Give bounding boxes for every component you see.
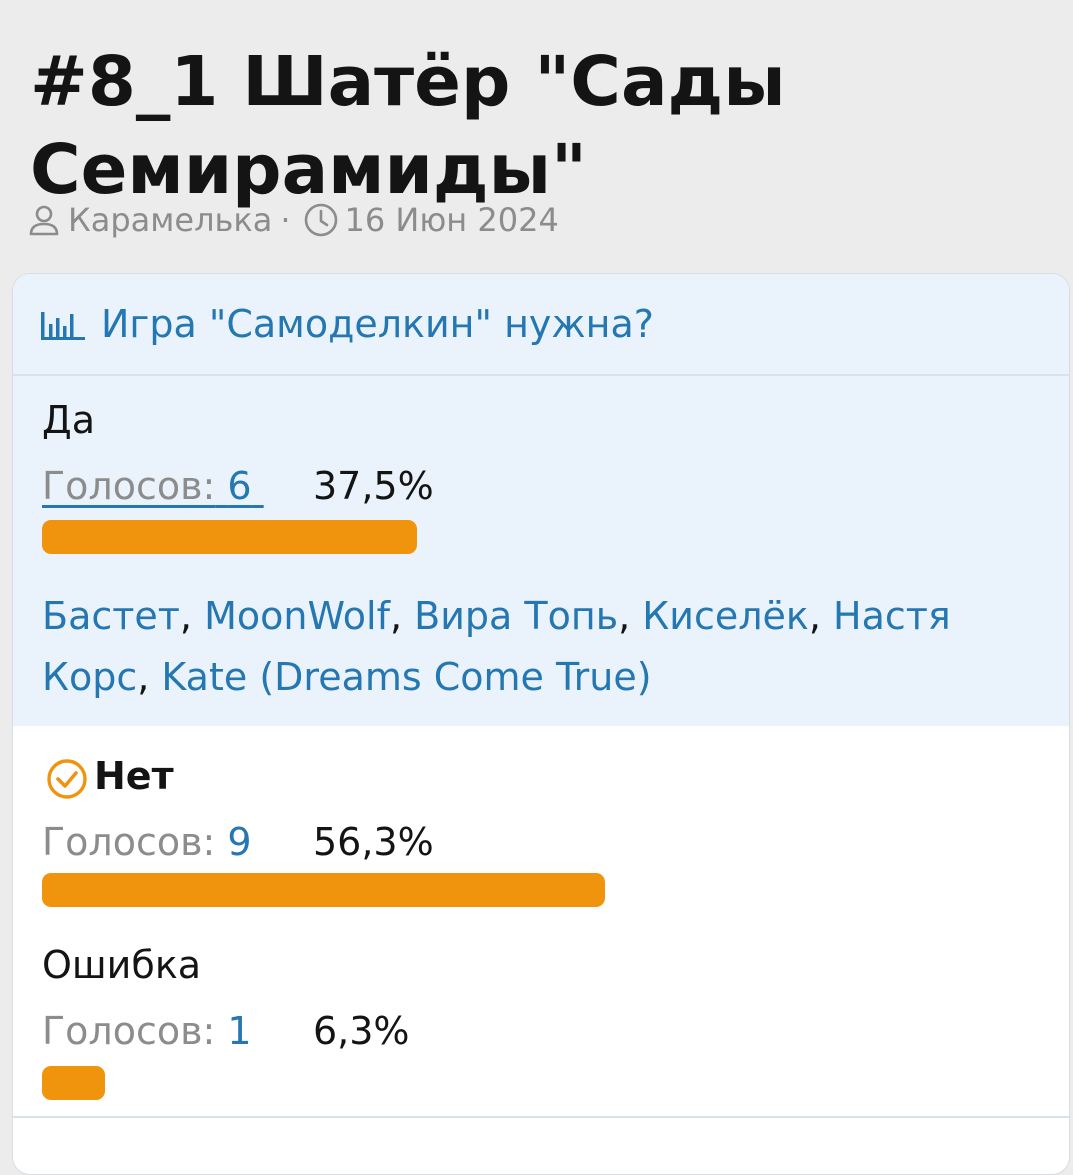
votes-count: 9 xyxy=(227,820,252,864)
response-percent: 6,3% xyxy=(313,1009,410,1053)
response-percent: 37,5% xyxy=(313,464,434,508)
voter-link[interactable]: Kate (Dreams Come True) xyxy=(161,655,651,699)
post-date[interactable]: 16 Июн 2024 xyxy=(345,201,559,239)
clock-icon xyxy=(303,202,339,238)
voter-list: Бастет, MoonWolf, Вира Топь, Киселёк, На… xyxy=(42,594,951,699)
response-bar-track xyxy=(42,520,1042,554)
voter-link[interactable]: Бастет xyxy=(42,594,180,638)
poll-footer-divider xyxy=(13,1116,1069,1118)
check-circle-icon xyxy=(46,758,88,800)
votes-label: Голосов: xyxy=(42,1009,216,1053)
votes-label: Голосов: xyxy=(42,464,216,508)
votes-count: 1 xyxy=(227,1009,252,1053)
response-bar xyxy=(42,1066,105,1100)
poll-header: Игра "Самоделкин" нужна? xyxy=(13,274,1069,376)
voter-link[interactable]: MoonWolf xyxy=(204,594,390,638)
votes-link[interactable]: Голосов: 6 xyxy=(42,464,264,508)
poll-response-oshibka: Ошибка Голосов: 1 6,3% xyxy=(13,921,1069,1121)
response-label: Да xyxy=(42,398,95,442)
author-link[interactable]: Карамелька xyxy=(68,201,272,239)
response-bar-track xyxy=(42,1066,1042,1100)
votes-count: 6 xyxy=(227,464,252,508)
votes-link[interactable]: Голосов: 9 xyxy=(42,820,252,864)
poll-response-da: Да Голосов: 6 37,5% Бастет, MoonWolf, Ви… xyxy=(13,376,1069,726)
response-bar xyxy=(42,873,605,907)
poll-question: Игра "Самоделкин" нужна? xyxy=(101,302,654,346)
bar-chart-icon xyxy=(39,306,87,342)
voter-link[interactable]: Киселёк xyxy=(642,594,809,638)
response-percent: 56,3% xyxy=(313,820,434,864)
page-title: #8_1 Шатёр "Сады Семирамиды" xyxy=(30,42,786,211)
response-label: Нет xyxy=(94,754,174,798)
response-label: Ошибка xyxy=(42,943,202,987)
poll-response-net: Нет Голосов: 9 56,3% xyxy=(13,726,1069,921)
meta-separator: · xyxy=(280,201,291,239)
votes-label: Голосов: xyxy=(42,820,216,864)
user-icon xyxy=(26,202,62,238)
response-bar xyxy=(42,520,417,554)
voter-link[interactable]: Вира Топь xyxy=(414,594,618,638)
votes-link[interactable]: Голосов: 1 xyxy=(42,1009,252,1053)
thread-meta: Карамелька · 16 Июн 2024 xyxy=(26,198,559,242)
response-bar-track xyxy=(42,873,1042,907)
poll-block: Игра "Самоделкин" нужна? Да Голосов: 6 3… xyxy=(12,273,1070,1175)
response-label-row: Нет xyxy=(46,754,174,800)
